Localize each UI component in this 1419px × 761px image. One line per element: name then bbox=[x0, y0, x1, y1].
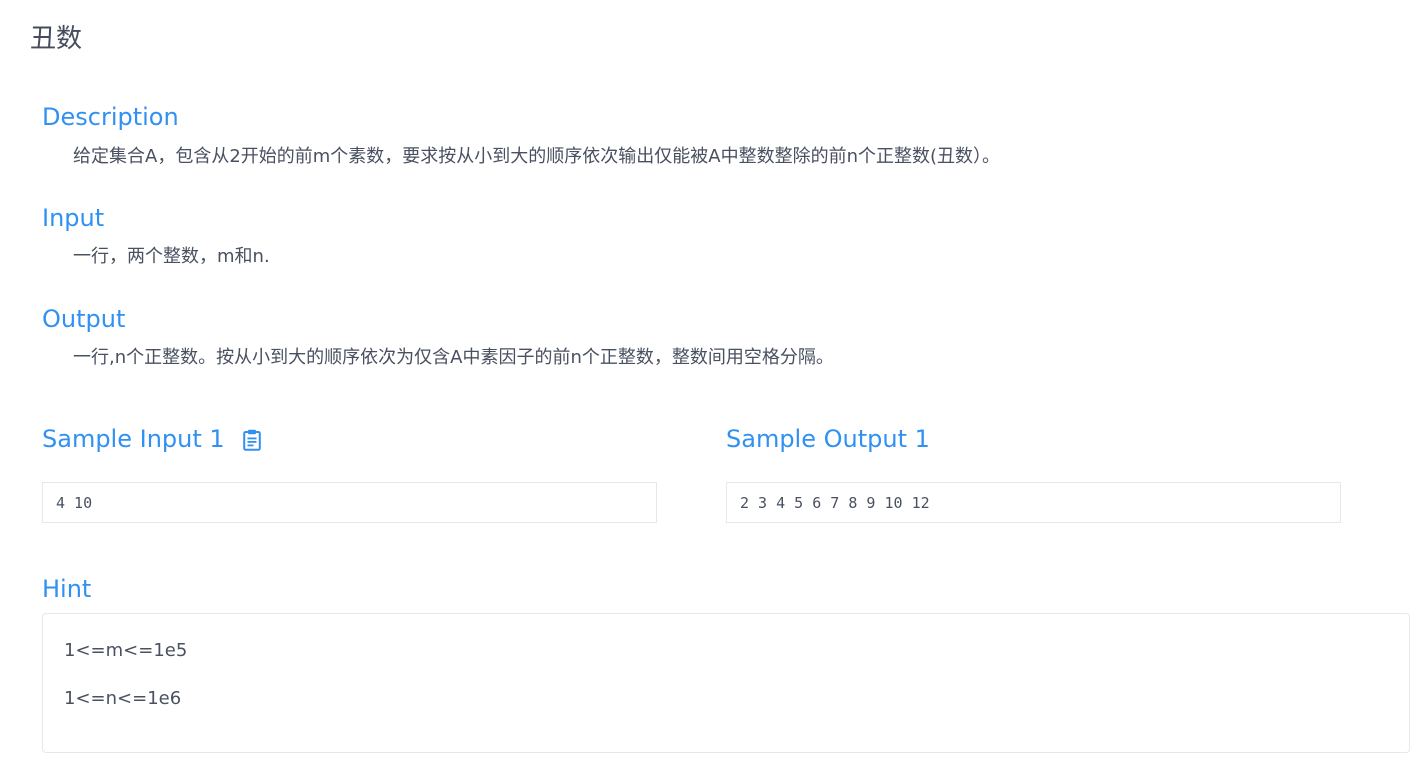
hint-line: 1<=n<=1e6 bbox=[64, 688, 182, 709]
hint-box: 1<=m<=1e5 1<=n<=1e6 bbox=[42, 613, 1410, 753]
input-text: 一行，两个整数，m和n. bbox=[73, 246, 270, 267]
hint-heading: Hint bbox=[42, 575, 92, 603]
output-text: 一行,n个正整数。按从小到大的顺序依次为仅含A中素因子的前n个正整数，整数间用空… bbox=[73, 347, 834, 368]
sample-output-heading-label: Sample Output 1 bbox=[726, 425, 930, 453]
hint-line: 1<=m<=1e5 bbox=[64, 640, 188, 661]
output-heading: Output bbox=[42, 305, 126, 333]
page-title: 丑数 bbox=[30, 24, 83, 54]
sample-input-box: 4 10 bbox=[42, 482, 657, 523]
description-heading: Description bbox=[42, 103, 179, 131]
sample-input-heading: Sample Input 1 bbox=[42, 424, 261, 454]
sample-input-heading-label: Sample Input 1 bbox=[42, 425, 225, 453]
clipboard-icon[interactable] bbox=[242, 428, 261, 451]
sample-output-box: 2 3 4 5 6 7 8 9 10 12 bbox=[726, 482, 1341, 523]
sample-output-value: 2 3 4 5 6 7 8 9 10 12 bbox=[740, 494, 930, 512]
description-text: 给定集合A，包含从2开始的前m个素数，要求按从小到大的顺序依次输出仅能被A中整数… bbox=[73, 146, 1001, 167]
sample-input-value: 4 10 bbox=[56, 494, 93, 512]
input-heading: Input bbox=[42, 204, 105, 232]
sample-output-heading: Sample Output 1 bbox=[726, 424, 930, 454]
